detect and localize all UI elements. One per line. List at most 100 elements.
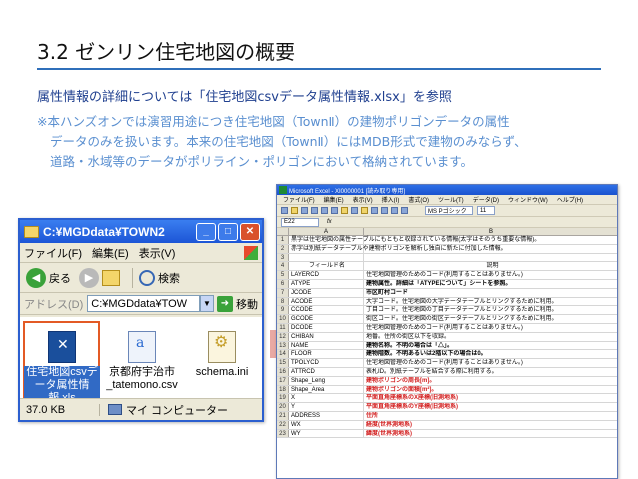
cell-b[interactable]: 住宅地図管理のためのコード(利用することはありません。): [364, 359, 617, 367]
table-row[interactable]: 10 GCODE 街区コード。住宅地図の街区データテーブルとリンクするために利用。: [277, 315, 617, 324]
table-row[interactable]: 3: [277, 253, 617, 263]
menu-item[interactable]: データ(D): [473, 195, 499, 204]
table-row[interactable]: 9 CCODE 丁目コード。住宅地図の丁目データテーブルとリンクするために利用。: [277, 306, 617, 316]
cell-a[interactable]: [289, 253, 364, 262]
cell-b[interactable]: [364, 236, 617, 244]
cell-b[interactable]: 平面直角座標系のY座標(旧測地系): [364, 403, 617, 411]
cell-a[interactable]: ATTRCD: [289, 367, 364, 376]
row-number[interactable]: 6: [277, 279, 289, 288]
chevron-down-icon[interactable]: ▼: [200, 295, 214, 312]
open-folder-icon[interactable]: [291, 207, 298, 214]
table-row[interactable]: 6 ATYPE 建物属性。詳細は「ATYPEについて」シートを参照。: [277, 279, 617, 289]
table-row[interactable]: 18 Shape_Area 建物ポリゴンの面積[m²]。: [277, 385, 617, 395]
file-item[interactable]: schema.ini: [184, 331, 260, 379]
cell-b[interactable]: 街区コード。住宅地図の街区データテーブルとリンクするために利用。: [364, 315, 617, 323]
row-number[interactable]: 10: [277, 315, 289, 323]
cell-b[interactable]: 地番。住所の街区以下を収録。: [364, 333, 617, 341]
cell-a[interactable]: 黒字は住宅地図の属性テーブルにもともと収録されている情報(太字はそのうち重要な情…: [289, 236, 540, 244]
forward-arrow-icon[interactable]: ▶: [79, 267, 99, 288]
table-row[interactable]: 5 LAYERCD 住宅地図管理のためのコード(利用することはありません。): [277, 271, 617, 280]
row-number[interactable]: 5: [277, 271, 289, 279]
sum-icon[interactable]: [381, 207, 388, 214]
cell-b[interactable]: 市区町村コード: [364, 289, 617, 297]
search-button-label[interactable]: 検索: [158, 270, 180, 286]
cell-a[interactable]: DCODE: [289, 323, 364, 332]
go-button-label[interactable]: 移動: [236, 296, 258, 312]
row-number[interactable]: 19: [277, 394, 289, 403]
table-row[interactable]: 20 Y 平面直角座標系のY座標(旧測地系): [277, 403, 617, 412]
sort-icon[interactable]: [391, 207, 398, 214]
cell-a[interactable]: WX: [289, 420, 364, 429]
row-number[interactable]: 13: [277, 341, 289, 350]
menu-item[interactable]: 挿入(I): [382, 195, 400, 204]
cell-b[interactable]: 建物ポリゴンの周長[m]。: [364, 377, 617, 385]
table-row[interactable]: 1 黒字は住宅地図の属性テーブルにもともと収録されている情報(太字はそのうち重要な…: [277, 236, 617, 245]
menu-item[interactable]: ウィンドウ(W): [508, 195, 548, 204]
spreadsheet-grid[interactable]: A B 1 黒字は住宅地図の属性テーブルにもともと収録されている情報(太字はそのう…: [277, 228, 617, 439]
row-number[interactable]: 17: [277, 376, 289, 385]
back-arrow-icon[interactable]: ◀: [26, 267, 46, 288]
excel-titlebar[interactable]: Microsoft Excel - XI0000001 [読み取り専用]: [277, 185, 617, 195]
row-number[interactable]: 4: [277, 262, 289, 271]
cell-a[interactable]: 赤字は別紙データテーブルや建物ポリゴンを解析し独自に新たに付加した情報。: [289, 244, 507, 253]
row-number[interactable]: 2: [277, 244, 289, 253]
menu-item[interactable]: ファイル(F): [283, 195, 315, 204]
folder-up-icon[interactable]: [102, 269, 120, 286]
cell-a[interactable]: Shape_Leng: [289, 376, 364, 385]
table-row[interactable]: 14 FLOOR 建物階数。不明あるいは2階以下の場合は0。: [277, 350, 617, 360]
font-size-select[interactable]: 11: [477, 206, 495, 215]
cell-a[interactable]: WY: [289, 429, 364, 438]
row-number[interactable]: 1: [277, 236, 289, 244]
row-number[interactable]: 21: [277, 411, 289, 420]
row-number[interactable]: 3: [277, 253, 289, 262]
menu-edit[interactable]: 編集(E): [92, 245, 129, 261]
cell-a[interactable]: ACODE: [289, 297, 364, 306]
row-number[interactable]: 8: [277, 297, 289, 306]
corner-cell[interactable]: [277, 228, 289, 235]
cell-a[interactable]: CCODE: [289, 306, 364, 315]
row-number[interactable]: 23: [277, 429, 289, 438]
table-row[interactable]: 13 NAME 建物名称。不明の場合は「△」。: [277, 341, 617, 351]
table-row[interactable]: 17 Shape_Leng 建物ポリゴンの周長[m]。: [277, 376, 617, 386]
cell-b[interactable]: 説明: [364, 262, 617, 270]
table-row[interactable]: 7 JCODE 市区町村コード: [277, 288, 617, 298]
table-row[interactable]: 21 ADDRESS 住所: [277, 411, 617, 421]
row-number[interactable]: 14: [277, 350, 289, 359]
table-row[interactable]: 11 DCODE 住宅地図管理のためのコード(利用することはありません。): [277, 323, 617, 333]
row-number[interactable]: 20: [277, 403, 289, 411]
cell-b[interactable]: [364, 245, 617, 253]
address-input[interactable]: C:¥MGDdata¥TOW: [87, 295, 200, 312]
row-number[interactable]: 11: [277, 323, 289, 332]
column-header-a[interactable]: A: [289, 228, 364, 235]
table-row[interactable]: 22 WX 経度(世界測地系): [277, 420, 617, 430]
cell-b[interactable]: [364, 254, 617, 262]
minimize-button[interactable]: _: [196, 222, 216, 241]
row-number[interactable]: 16: [277, 367, 289, 376]
copy-icon[interactable]: [351, 207, 358, 214]
table-row[interactable]: 23 WY 緯度(世界測地系): [277, 429, 617, 439]
table-row[interactable]: 4 フィールド名 説明: [277, 262, 617, 272]
cell-b[interactable]: 表札ID。別紙テーブルを結合する際に利用する。: [364, 368, 617, 376]
cell-a[interactable]: GCODE: [289, 315, 364, 323]
maximize-button[interactable]: □: [218, 222, 238, 241]
menu-item[interactable]: 表示(V): [353, 195, 373, 204]
search-icon[interactable]: [139, 269, 155, 286]
file-item[interactable]: 京都府宇治市_tatemono.csv: [104, 331, 180, 392]
cell-a[interactable]: ATYPE: [289, 279, 364, 288]
preview-icon[interactable]: [321, 207, 328, 214]
table-row[interactable]: 12 CHIBAN 地番。住所の街区以下を収録。: [277, 332, 617, 342]
menu-item[interactable]: 書式(O): [408, 195, 429, 204]
cell-a[interactable]: NAME: [289, 341, 364, 350]
cell-b[interactable]: 住所: [364, 412, 617, 420]
table-row[interactable]: 2 赤字は別紙データテーブルや建物ポリゴンを解析し独自に新たに付加した情報。: [277, 244, 617, 254]
cell-b[interactable]: 緯度(世界測地系): [364, 430, 617, 438]
file-item[interactable]: 住宅地図csvデータ属性情報.xls: [24, 331, 100, 405]
row-number[interactable]: 18: [277, 385, 289, 394]
cell-b[interactable]: 建物名称。不明の場合は「△」。: [364, 342, 617, 350]
table-row[interactable]: 15 TPOLYCD 住宅地図管理のためのコード(利用することはありません。): [277, 359, 617, 368]
cell-b[interactable]: 住宅地図管理のためのコード(利用することはありません。): [364, 324, 617, 332]
cell-a[interactable]: X: [289, 394, 364, 403]
undo-icon[interactable]: [371, 207, 378, 214]
table-row[interactable]: 16 ATTRCD 表札ID。別紙テーブルを結合する際に利用する。: [277, 367, 617, 377]
cell-b[interactable]: 丁目コード。住宅地図の丁目データテーブルとリンクするために利用。: [364, 306, 617, 314]
